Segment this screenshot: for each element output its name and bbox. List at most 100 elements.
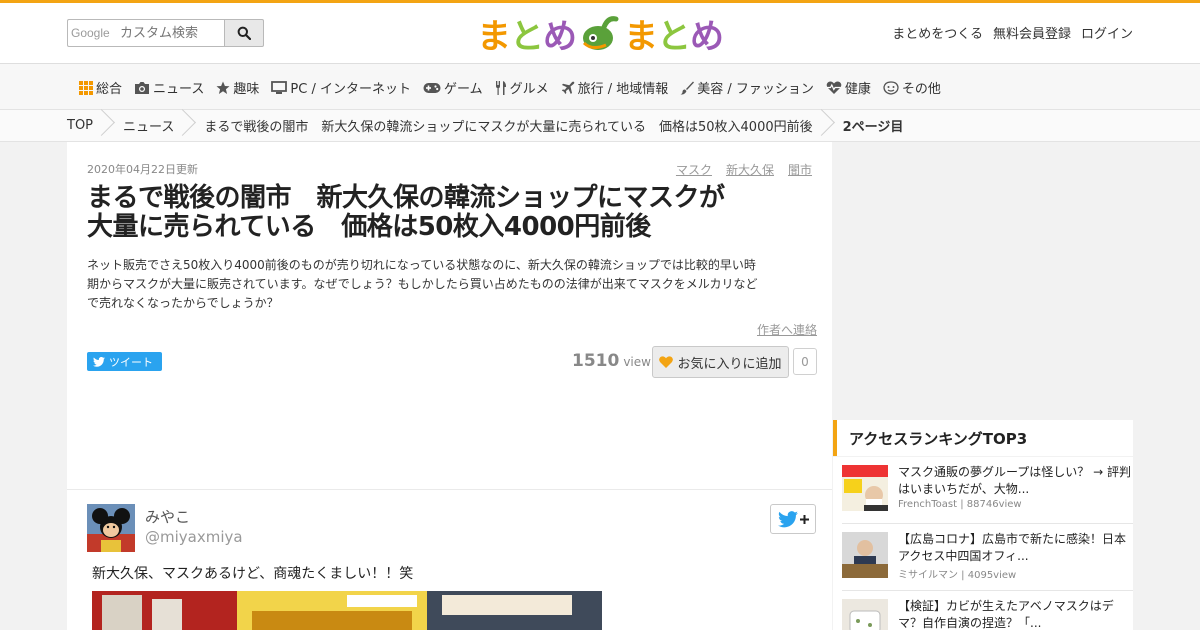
ranking-thumbnail [842, 465, 888, 511]
ranking-title-line: 【広島コロナ】広島市で新たに感染！日本 [898, 532, 1127, 546]
thumbnail-image [842, 465, 888, 511]
ranking-title-line: マスク通販の夢グループは怪しい？ → 評判 [898, 465, 1131, 479]
article-tags: マスク 新大久保 闇市 [676, 161, 812, 178]
article-title: まるで戦後の闇市 新大久保の韓流ショップにマスクが 大量に売られている 価格は5… [87, 184, 817, 242]
section-divider [67, 489, 832, 490]
avatar-image [87, 504, 135, 552]
ranking-item[interactable]: 【広島コロナ】広島市で新たに感染！日本 アクセス中四国オフィ... ミサイルマン… [842, 524, 1133, 591]
create-matome-link[interactable]: まとめをつくる [892, 23, 983, 42]
view-number: 1510 [572, 351, 620, 371]
ranking-title-line: アクセス中四国オフィ... [898, 549, 1029, 563]
desc-line: ネット販売でさえ50枚入り4000前後のものが売り切れになっている状態なのに、新… [87, 258, 756, 272]
nav-item-other[interactable]: その他 [883, 78, 941, 97]
logo-char: め [543, 16, 577, 57]
breadcrumb-current-page: 2ページ目 [842, 120, 904, 135]
ranking-title: アクセスランキングTOP3 [833, 420, 1133, 456]
twitter-bird-icon [777, 510, 798, 527]
heart-icon [659, 356, 674, 368]
login-link[interactable]: ログイン [1081, 23, 1133, 42]
logo-mark-icon [582, 16, 619, 50]
favorite-count: 0 [793, 348, 817, 375]
nav-item-sougou[interactable]: 総合 [79, 78, 122, 97]
ranking-title-line: マ？自作自演の捏造？「... [898, 616, 1042, 630]
tweet-text: 新大久保、マスクあるけど、商魂たくましい！！笑 [92, 566, 414, 582]
add-favorite-button[interactable]: お気に入りに追加 [652, 346, 789, 378]
ranking-item-meta: ミサイルマン | 4095view [898, 570, 1017, 581]
grid-icon [79, 80, 93, 95]
nav-label: ゲーム [443, 82, 483, 97]
plus-icon [799, 514, 809, 524]
logo-char: と [657, 16, 691, 57]
article-panel: 2020年04月22日更新 マスク 新大久保 闇市 まるで戦後の闇市 新大久保の… [67, 142, 832, 630]
star-icon [216, 81, 230, 94]
nav-item-beauty[interactable]: 美容 / ファッション [680, 78, 814, 97]
cutlery-icon [495, 80, 506, 95]
thumbnail-image [842, 532, 888, 578]
logo-char: ま [477, 16, 511, 57]
nav-item-health[interactable]: 健康 [826, 78, 871, 97]
nav-label: 健康 [844, 82, 871, 97]
ranking-item[interactable]: 【検証】カビが生えたアベノマスクはデ マ？自作自演の捏造？「... [842, 591, 1133, 630]
nav-item-hobby[interactable]: 趣味 [216, 78, 259, 97]
tweet-label: ツイート [109, 355, 153, 369]
desc-line: で売れなくなったからでしょうか？ [87, 296, 279, 310]
breadcrumb-article[interactable]: まるで戦後の闇市 新大久保の韓流ショップにマスクが大量に売られている 価格は50… [204, 116, 812, 135]
tweet-user-handle[interactable]: @miyaxmiya [145, 528, 243, 546]
title-line: 大量に売られている 価格は50枚入4000円前後 [87, 212, 651, 242]
tag-link[interactable]: 闇市 [788, 161, 812, 178]
breadcrumb-separator [182, 110, 196, 141]
logo-char: ま [624, 16, 658, 57]
tag-link[interactable]: 新大久保 [726, 161, 774, 178]
search-box: Google [67, 19, 264, 47]
plane-icon [561, 81, 574, 94]
nav-label: その他 [901, 82, 941, 97]
nav-label: 美容 / ファッション [697, 82, 814, 97]
ranking-item-title: 【広島コロナ】広島市で新たに感染！日本 アクセス中四国オフィ... [898, 531, 1136, 565]
register-link[interactable]: 無料会員登録 [993, 23, 1071, 42]
tweet-photo[interactable] [92, 591, 602, 630]
nav-label: グルメ [509, 82, 549, 97]
nav-item-travel[interactable]: 旅行 / 地域情報 [561, 78, 669, 97]
twitter-bird-icon [93, 356, 105, 367]
logo-char: め [690, 16, 724, 57]
article-description: ネット販売でさえ50枚入り4000前後のものが売り切れになっている状態なのに、新… [87, 256, 817, 313]
ranking-item-meta: FrenchToast | 88746view [898, 499, 1022, 510]
ranking-item-title: マスク通販の夢グループは怪しい？ → 評判 はいまいちだが、大物... [898, 464, 1136, 498]
nav-label: 趣味 [233, 82, 260, 97]
nav-item-gourmet[interactable]: グルメ [495, 78, 549, 97]
nav-label: 旅行 / 地域情報 [577, 82, 669, 97]
favorite-label: お気に入りに追加 [677, 356, 782, 372]
monitor-icon [271, 80, 288, 94]
twitter-follow-button[interactable] [770, 504, 816, 534]
nav-item-game[interactable]: ゲーム [423, 78, 483, 97]
view-count: 1510 view [572, 351, 651, 371]
ranking-list: マスク通販の夢グループは怪しい？ → 評判 はいまいちだが、大物... Fren… [833, 457, 1133, 630]
gamepad-icon [423, 82, 441, 93]
google-label: Google [71, 26, 110, 40]
avatar[interactable] [87, 504, 135, 552]
breadcrumb-separator [101, 110, 115, 141]
brush-icon [680, 81, 695, 95]
header-links: まとめをつくる 無料会員登録 ログイン [892, 23, 1133, 42]
tweet-user-name[interactable]: みやこ [145, 506, 190, 527]
site-header: Google ま と め ま と め まとめをつくる 無料会員登録 ログイン [0, 3, 1200, 64]
nav-item-news[interactable]: ニュース [134, 78, 204, 97]
nav-item-pc[interactable]: PC / インターネット [271, 78, 411, 97]
thumbnail-image [842, 599, 888, 630]
tweet-button[interactable]: ツイート [87, 352, 162, 371]
search-button[interactable] [224, 19, 264, 47]
ranking-title-line: はいまいちだが、大物... [898, 482, 1030, 496]
ranking-thumbnail [842, 532, 888, 578]
site-logo[interactable]: ま と め ま と め [477, 13, 724, 57]
ranking-item[interactable]: マスク通販の夢グループは怪しい？ → 評判 はいまいちだが、大物... Fren… [842, 457, 1133, 524]
desc-line: 期からマスクが大量に販売されています。なぜでしょう？もしかしたら買い占めたものの… [87, 277, 758, 291]
contact-author-link[interactable]: 作者へ連絡 [757, 321, 817, 338]
nav-label: PC / インターネット [290, 82, 411, 97]
ranking-item-title: 【検証】カビが生えたアベノマスクはデ マ？自作自演の捏造？「... [898, 598, 1136, 630]
category-nav: 総合 ニュース 趣味 PC / インターネット ゲーム グルメ 旅行 / 地域情… [0, 64, 1200, 110]
nav-label: ニュース [153, 82, 205, 97]
breadcrumb: TOP ニュース まるで戦後の闇市 新大久保の韓流ショップにマスクが大量に売られ… [0, 110, 1200, 142]
tag-link[interactable]: マスク [676, 161, 712, 178]
nav-label: 総合 [96, 82, 123, 97]
breadcrumb-news[interactable]: ニュース [123, 116, 174, 135]
